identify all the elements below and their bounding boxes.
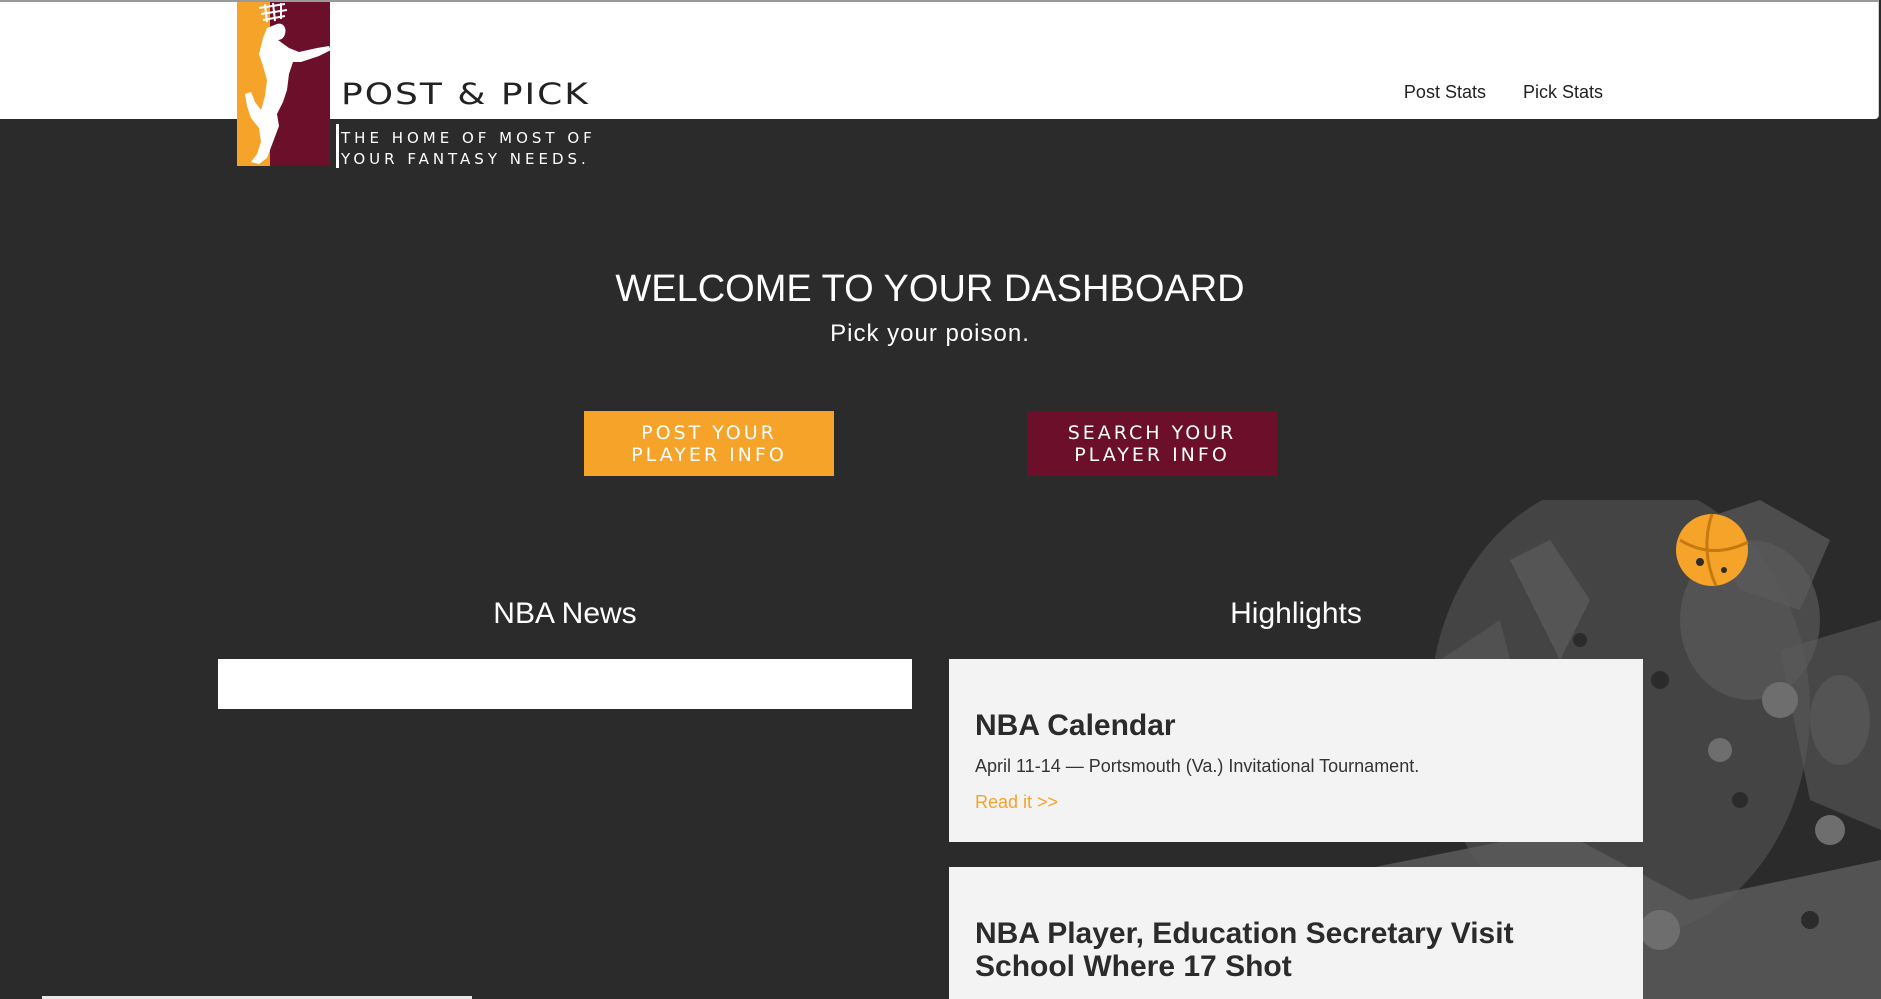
read-it-link[interactable]: Read it >>	[975, 792, 1058, 812]
page-title: WELCOME TO YOUR DASHBOARD	[615, 268, 1245, 310]
main-nav: Post Stats Pick Stats	[1404, 82, 1603, 103]
dashboard-page: Post Stats Pick Stats POST & PICK THE HO…	[0, 0, 1881, 999]
logo-tagline: THE HOME OF MOST OF YOUR FANTASY NEEDS.	[341, 129, 596, 168]
highlight-card-title: NBA Player, Education Secretary Visit Sc…	[975, 917, 1514, 983]
post-player-info-button[interactable]: POST YOUR PLAYER INFO	[584, 411, 834, 476]
logo-tagline-divider	[336, 124, 339, 168]
logo-title: POST & PICK	[341, 78, 590, 112]
nav-pick-stats[interactable]: Pick Stats	[1523, 82, 1603, 103]
page-subtitle: Pick your poison.	[830, 320, 1030, 347]
basketball-player-dunking-icon	[245, 2, 331, 164]
nba-news-feed	[218, 659, 912, 709]
highlight-card-text: April 11-14 — Portsmouth (Va.) Invitatio…	[975, 756, 1420, 776]
highlights-heading: Highlights	[1230, 597, 1362, 630]
search-player-info-button[interactable]: SEARCH YOUR PLAYER INFO	[1027, 411, 1277, 476]
highlight-card: NBA Player, Education Secretary Visit Sc…	[949, 867, 1643, 999]
highlight-card-title: NBA Calendar	[975, 709, 1176, 742]
nba-news-heading: NBA News	[493, 597, 637, 630]
nav-post-stats[interactable]: Post Stats	[1404, 82, 1486, 103]
highlight-card: NBA Calendar April 11-14 — Portsmouth (V…	[949, 659, 1643, 842]
site-logo[interactable]: POST & PICK THE HOME OF MOST OF YOUR FAN…	[237, 2, 657, 168]
